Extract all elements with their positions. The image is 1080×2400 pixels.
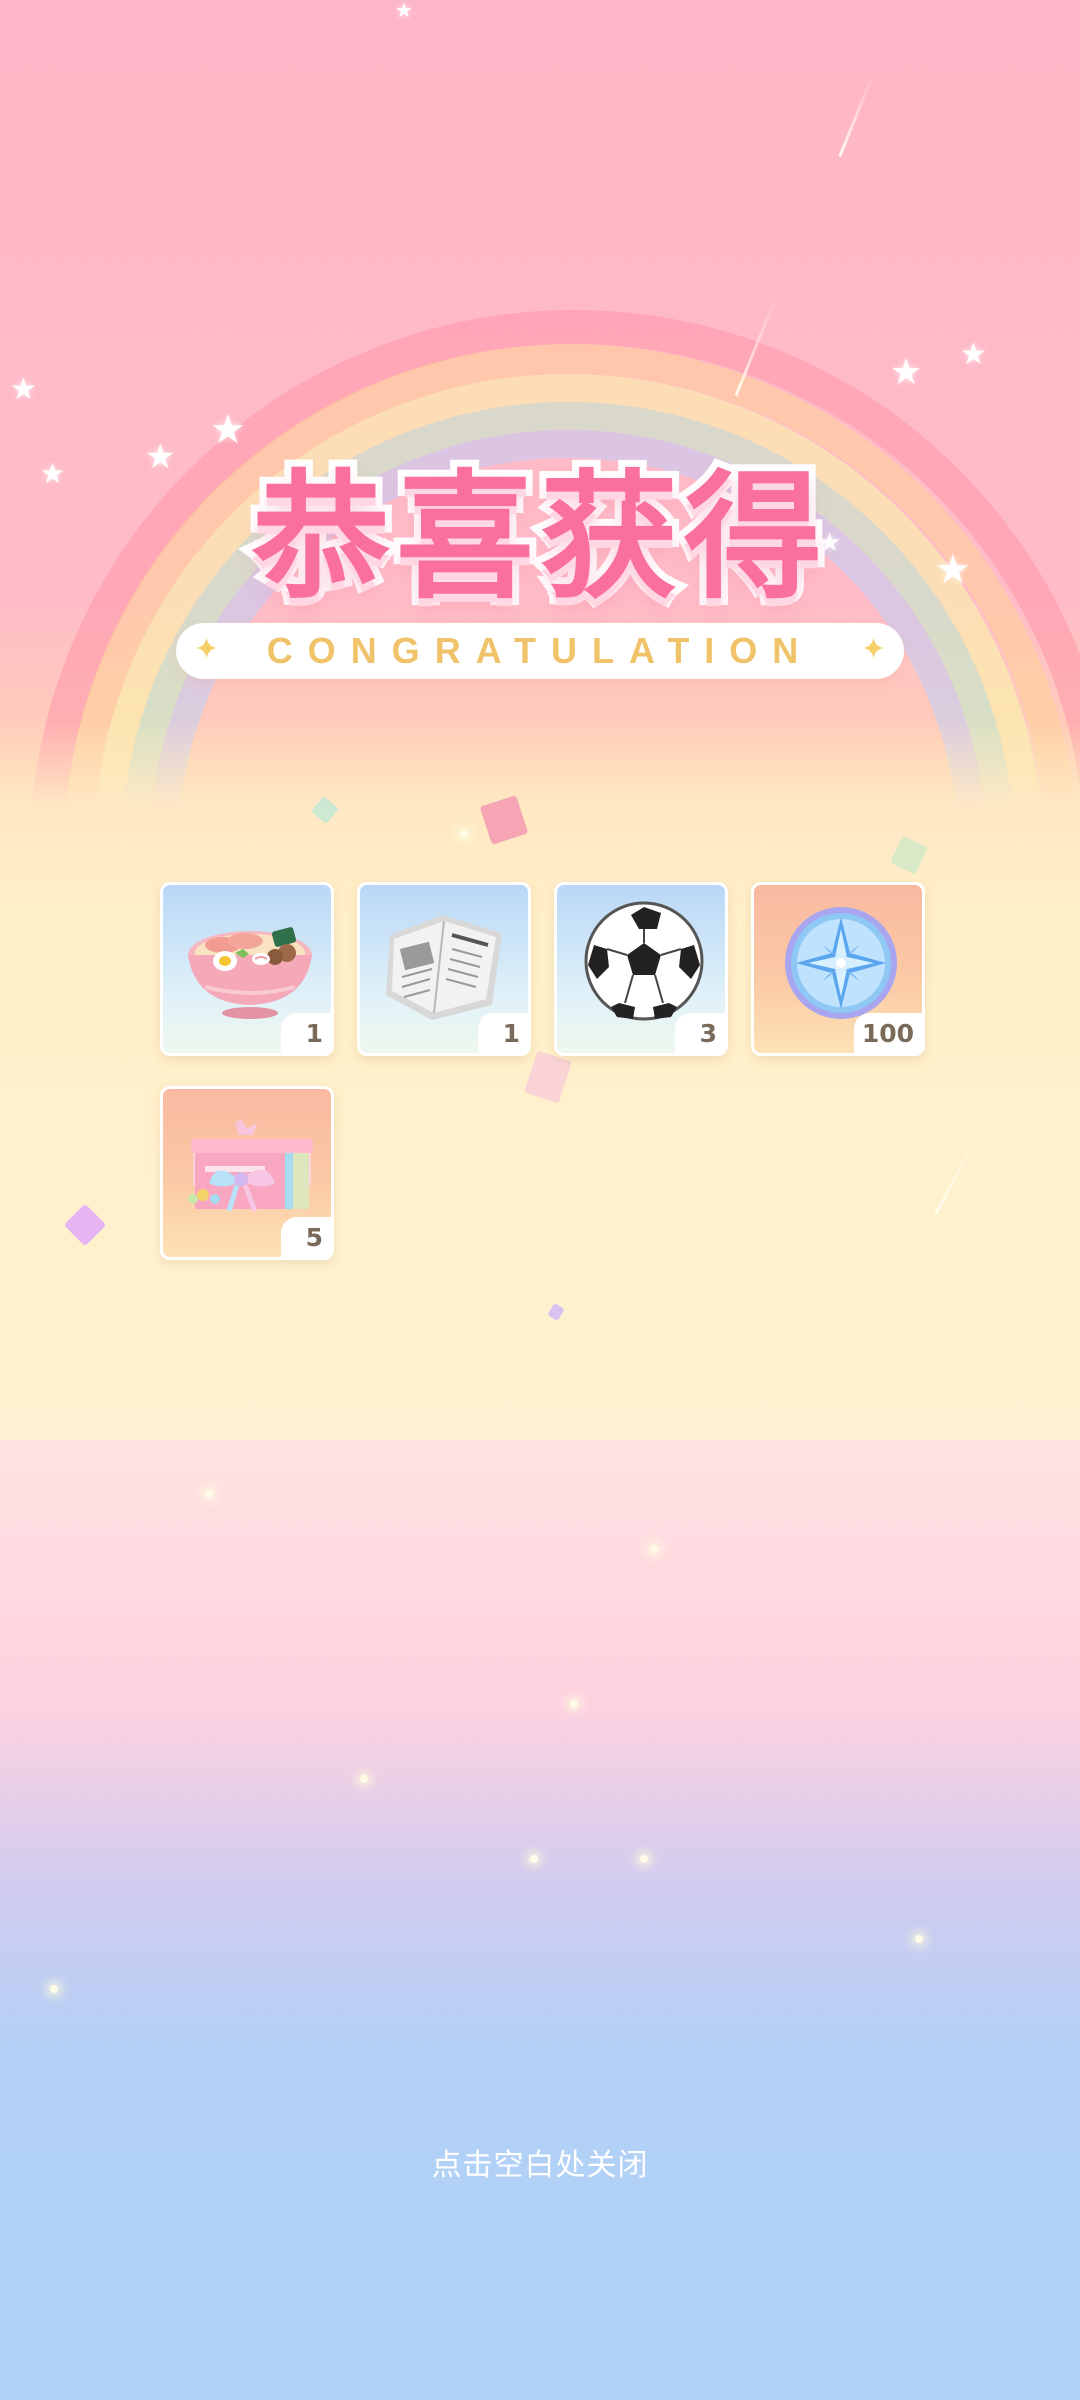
reward-quantity: 5 xyxy=(281,1217,331,1257)
star-coin-icon xyxy=(785,907,897,1019)
subtitle-banner: ✦ CONGRATULATION ✦ xyxy=(176,623,904,679)
sparkle xyxy=(360,1775,368,1783)
sparkle xyxy=(530,1855,538,1863)
subtitle: CONGRATULATION xyxy=(266,630,814,671)
reward-quantity: 1 xyxy=(281,1013,331,1053)
soccer-ball-icon xyxy=(584,901,704,1021)
sparkle xyxy=(50,1985,58,1993)
star-icon: ★ xyxy=(890,352,923,393)
page-title: 恭喜获得 xyxy=(245,450,829,625)
light-streak xyxy=(838,72,875,158)
title-area: 恭喜获得 xyxy=(0,425,1080,625)
star-icon: ★ xyxy=(10,372,37,407)
reward-item-ramen[interactable]: 1 xyxy=(160,882,334,1056)
reward-quantity: 3 xyxy=(675,1013,725,1053)
close-hint[interactable]: 点击空白处关闭 xyxy=(0,2140,1080,2184)
sparkle xyxy=(640,1855,648,1863)
reward-item-star-coin[interactable]: 100 xyxy=(751,882,925,1056)
star-icon: ★ xyxy=(960,337,987,372)
reward-item-gift-box[interactable]: 5 xyxy=(160,1086,334,1260)
sparkle xyxy=(570,1700,578,1708)
sparkle xyxy=(460,830,468,838)
newspaper-icon xyxy=(386,915,502,1020)
sparkle-star-icon: ✦ xyxy=(860,632,886,667)
ramen-icon xyxy=(188,927,312,1019)
sparkle xyxy=(915,1935,923,1943)
reward-item-soccer-ball[interactable]: 3 xyxy=(554,882,728,1056)
reward-quantity: 1 xyxy=(478,1013,528,1053)
star-icon: ★ xyxy=(395,0,413,22)
sparkle xyxy=(650,1545,658,1553)
reward-item-newspaper[interactable]: 1 xyxy=(357,882,531,1056)
sparkle xyxy=(205,1490,213,1498)
reward-quantity: 100 xyxy=(853,1013,922,1053)
